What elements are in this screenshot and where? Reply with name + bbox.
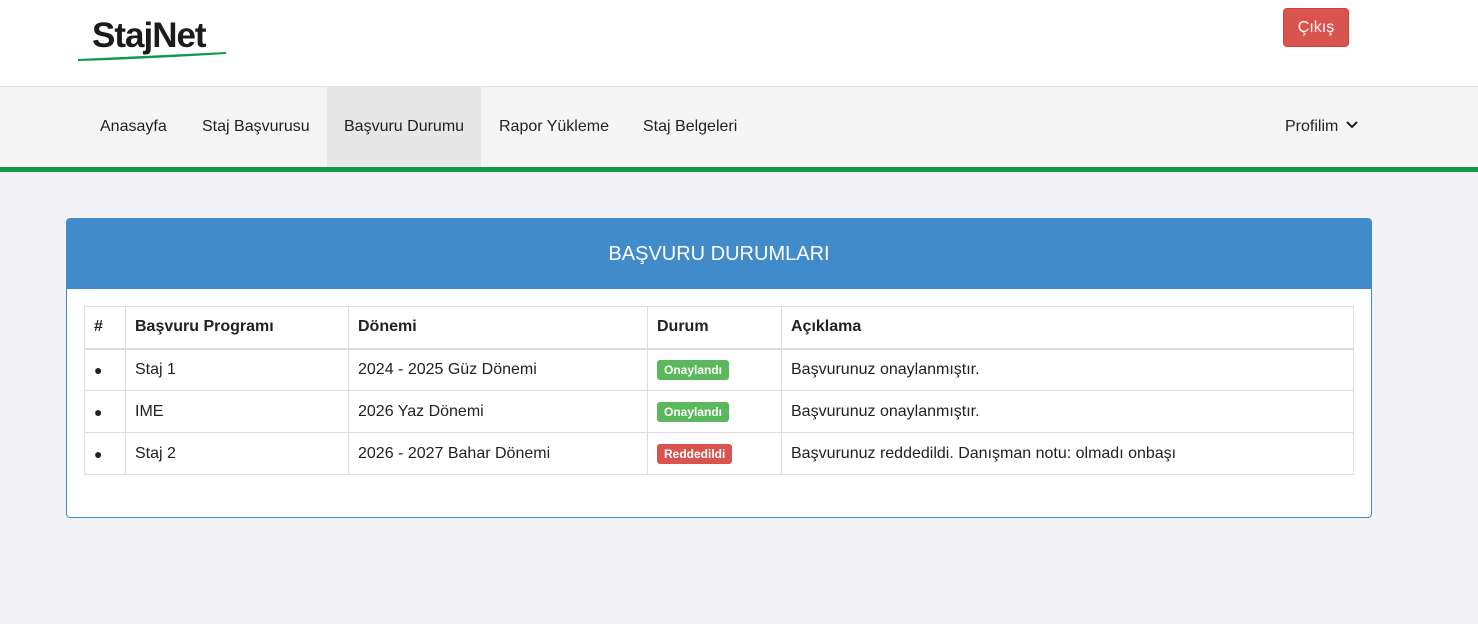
row-description: Başvurunuz reddedildi. Danışman notu: ol… — [781, 432, 1354, 475]
navbar-accent-line — [0, 167, 1478, 172]
table-row: ● IME 2026 Yaz Dönemi Onaylandı Başvurun… — [84, 390, 1354, 433]
logo-swoosh-icon — [78, 52, 226, 61]
nav-item-home[interactable]: Anasayfa — [83, 87, 184, 167]
row-program: Staj 1 — [125, 348, 349, 391]
table-row: ● Staj 1 2024 - 2025 Güz Dönemi Onayland… — [84, 348, 1354, 391]
row-period: 2026 Yaz Dönemi — [348, 390, 648, 433]
stajnet-logo[interactable]: StajNet — [76, 14, 228, 64]
row-period: 2026 - 2027 Bahar Dönemi — [348, 432, 648, 475]
row-description: Başvurunuz onaylanmıştır. — [781, 390, 1354, 433]
nav-item-application-status[interactable]: Başvuru Durumu — [327, 87, 481, 167]
column-header-period: Dönemi — [348, 306, 648, 350]
application-status-table: # Başvuru Programı Dönemi Durum Açıklama… — [84, 306, 1354, 475]
row-marker: ● — [84, 390, 126, 433]
page-header: StajNet Çıkış — [0, 0, 1478, 87]
row-status-cell: Onaylandı — [647, 348, 782, 391]
row-marker: ● — [84, 432, 126, 475]
nav-item-report-upload[interactable]: Rapor Yükleme — [482, 87, 626, 167]
column-header-description: Açıklama — [781, 306, 1354, 350]
row-status-cell: Onaylandı — [647, 390, 782, 433]
row-period: 2024 - 2025 Güz Dönemi — [348, 348, 648, 391]
column-header-status: Durum — [647, 306, 782, 350]
panel-title: BAŞVURU DURUMLARI — [67, 219, 1371, 289]
nav-item-internship-application[interactable]: Staj Başvurusu — [185, 87, 327, 167]
main-navbar: Anasayfa Staj Başvurusu Başvuru Durumu R… — [0, 87, 1478, 167]
row-program: IME — [125, 390, 349, 433]
chevron-down-icon — [1346, 121, 1358, 129]
row-program: Staj 2 — [125, 432, 349, 475]
status-badge: Reddedildi — [657, 443, 733, 464]
row-description: Başvurunuz onaylanmıştır. — [781, 348, 1354, 391]
status-badge: Onaylandı — [657, 401, 730, 422]
status-badge: Onaylandı — [657, 359, 730, 380]
table-row: ● Staj 2 2026 - 2027 Bahar Dönemi Redded… — [84, 432, 1354, 475]
profile-dropdown[interactable]: Profilim — [1268, 87, 1375, 167]
logout-button[interactable]: Çıkış — [1283, 8, 1349, 47]
row-status-cell: Reddedildi — [647, 432, 782, 475]
application-status-panel: BAŞVURU DURUMLARI # Başvuru Programı Dön… — [66, 218, 1372, 518]
profile-label: Profilim — [1285, 118, 1339, 135]
column-header-program: Başvuru Programı — [125, 306, 349, 350]
nav-item-internship-documents[interactable]: Staj Belgeleri — [626, 87, 754, 167]
row-marker: ● — [84, 348, 126, 391]
column-header-index: # — [84, 306, 126, 350]
table-header-row: # Başvuru Programı Dönemi Durum Açıklama — [84, 306, 1354, 350]
